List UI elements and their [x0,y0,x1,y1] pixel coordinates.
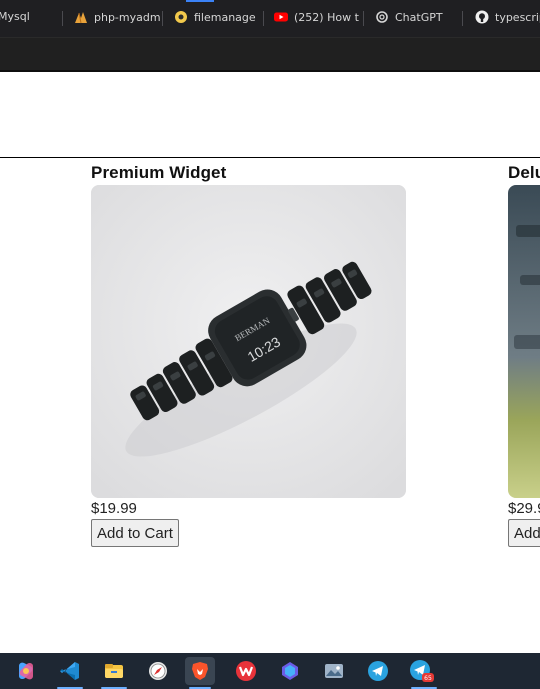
section-divider [0,157,540,158]
phpmyadmin-icon [74,10,88,24]
taskbar: 65 [0,653,540,689]
telegram-icon[interactable] [363,657,393,685]
product-title: Premium Widget [91,163,227,182]
add-to-cart-button[interactable]: Add [508,519,540,547]
product-price: $29.9 [508,500,540,517]
bookmark-label: filemanage [194,10,256,24]
bookmark-label: php-myadm [94,10,161,24]
bookmark-separator [363,11,364,26]
github-icon [475,10,489,24]
filemanager-icon [174,10,188,24]
photos-icon[interactable] [319,657,349,685]
bookmark-youtube[interactable]: (252) How t [274,10,359,24]
product-photo [508,185,540,498]
active-tab-indicator [186,0,214,2]
bookmark-phpmyadmin[interactable]: php-myadm [74,10,161,24]
bookmark-separator [263,11,264,26]
bookmark-filemanager[interactable]: filemanage [174,10,256,24]
product-title: Delu [508,163,540,182]
wps-icon[interactable] [231,657,261,685]
notification-badge: 65 [424,675,432,682]
telegram-alt-icon[interactable]: 65 [407,657,437,685]
product-card: Delu [508,163,540,183]
product-card: Premium Widget [91,163,407,183]
vscode-icon[interactable] [55,657,85,685]
smartwatch-image: BERMAN 10:23 [91,185,406,498]
bing-icon[interactable] [275,657,305,685]
bookmark-chatgpt[interactable]: ChatGPT [375,10,443,24]
product-price: $19.99 [91,500,137,517]
bookmark-mysql[interactable]: Mysql [0,10,30,23]
bookmark-separator [462,11,463,26]
copilot-icon[interactable] [11,657,41,685]
bookmarks-bar: Mysql php-myadm filemanage (252) How t C… [0,0,540,37]
youtube-icon [274,10,288,24]
bookmark-label: Mysql [0,10,30,23]
file-explorer-icon[interactable] [99,657,129,685]
bookmark-label: typescrip [495,10,540,24]
page-header-bar [0,0,540,72]
safari-icon[interactable] [143,657,173,685]
bookmark-label: ChatGPT [395,10,443,24]
bookmark-separator [62,11,63,26]
bookmark-separator [162,11,163,26]
bookmark-github[interactable]: typescrip [475,10,540,24]
add-to-cart-button[interactable]: Add to Cart [91,519,179,547]
product-image [508,185,540,498]
bookmark-label: (252) How t [294,10,359,24]
main-content: Premium Widget BERMAN 10:23 $19.99 Add t… [0,72,540,653]
chatgpt-icon [375,10,389,24]
product-image: BERMAN 10:23 [91,185,406,498]
brave-icon[interactable] [185,657,215,685]
